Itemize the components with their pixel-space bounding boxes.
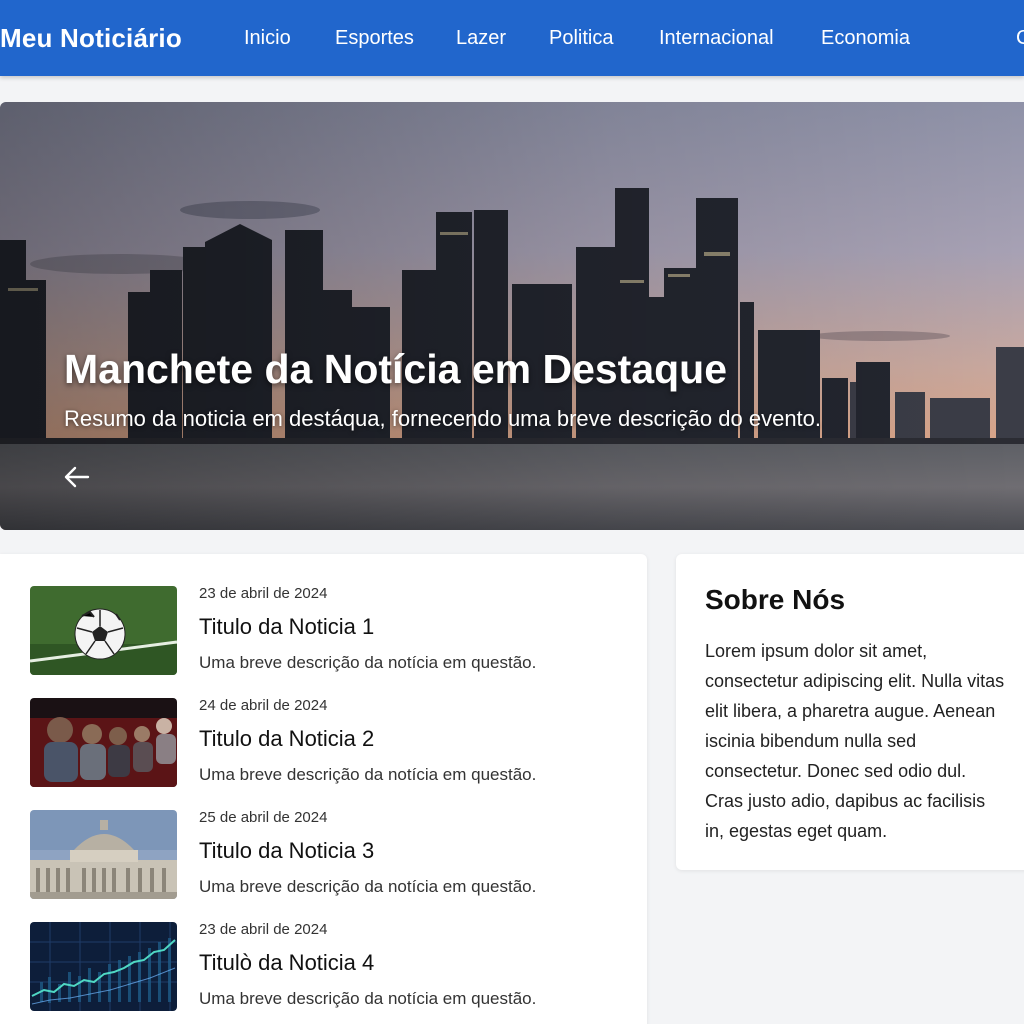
soccer-ball-thumbnail[interactable] <box>30 586 177 675</box>
news-title[interactable]: Titulò da Noticia 4 <box>199 950 374 976</box>
nav-item-economia[interactable]: Economia <box>821 27 910 50</box>
nav-item-truncated[interactable]: C <box>1016 27 1024 50</box>
nav-item-politica[interactable]: Politica <box>549 27 613 50</box>
news-list-item[interactable]: 24 de abril de 2024 Titulo da Noticia 2 … <box>30 697 630 788</box>
news-date: 23 de abril de 2024 <box>199 585 328 602</box>
arrow-left-icon[interactable] <box>60 462 94 492</box>
hero-headline[interactable]: Manchete da Notícia em Destaque <box>64 346 727 393</box>
news-date: 23 de abril de 2024 <box>199 921 328 938</box>
about-text: Lorem ipsum dolor sit amet, consectetur … <box>705 641 1005 841</box>
nav-item-esportes[interactable]: Esportes <box>335 27 414 50</box>
site-logo[interactable]: Meu Noticiário <box>0 23 182 54</box>
news-title[interactable]: Titulo da Noticia 2 <box>199 726 374 752</box>
about-us-card: Sobre Nós Lorem ipsum dolor sit amet, co… <box>676 554 1024 870</box>
cinema-audience-thumbnail[interactable] <box>30 698 177 787</box>
top-navbar: Meu Noticiário Inicio Esportes Lazer Pol… <box>0 0 1024 76</box>
news-description: Uma breve descrição da notícia em questã… <box>199 989 537 1008</box>
news-list-item[interactable]: 23 de abril de 2024 Titulò da Noticia 4 … <box>30 921 630 1012</box>
news-title[interactable]: Titulo da Noticia 1 <box>199 614 374 640</box>
capitol-building-thumbnail[interactable] <box>30 810 177 899</box>
news-list-item[interactable]: 23 de abril de 2024 Titulo da Noticia 1 … <box>30 585 630 676</box>
news-date: 25 de abril de 2024 <box>199 809 328 826</box>
about-title: Sobre Nós <box>705 584 846 615</box>
nav-item-internacional[interactable]: Internacional <box>659 27 774 50</box>
hero-summary: Resumo da noticia em destáqua, fornecend… <box>64 406 822 431</box>
news-description: Uma breve descrição da notícia em questã… <box>199 877 537 896</box>
news-description: Uma breve descrição da notícia em questã… <box>199 653 537 672</box>
nav-item-inicio[interactable]: Inicio <box>244 27 291 50</box>
news-description: Uma breve descrição da notícia em questã… <box>199 765 537 784</box>
news-list-item[interactable]: 25 de abril de 2024 Titulo da Noticia 3 … <box>30 809 630 900</box>
news-list: 23 de abril de 2024 Titulo da Noticia 1 … <box>0 554 647 1024</box>
city-skyline-image <box>0 102 1024 530</box>
news-title[interactable]: Titulo da Noticia 3 <box>199 838 374 864</box>
featured-news-hero[interactable]: Manchete da Notícia em Destaque Resumo d… <box>0 102 1024 530</box>
nav-item-lazer[interactable]: Lazer <box>456 27 506 50</box>
news-date: 24 de abril de 2024 <box>199 697 328 714</box>
stock-chart-thumbnail[interactable] <box>30 922 177 1011</box>
